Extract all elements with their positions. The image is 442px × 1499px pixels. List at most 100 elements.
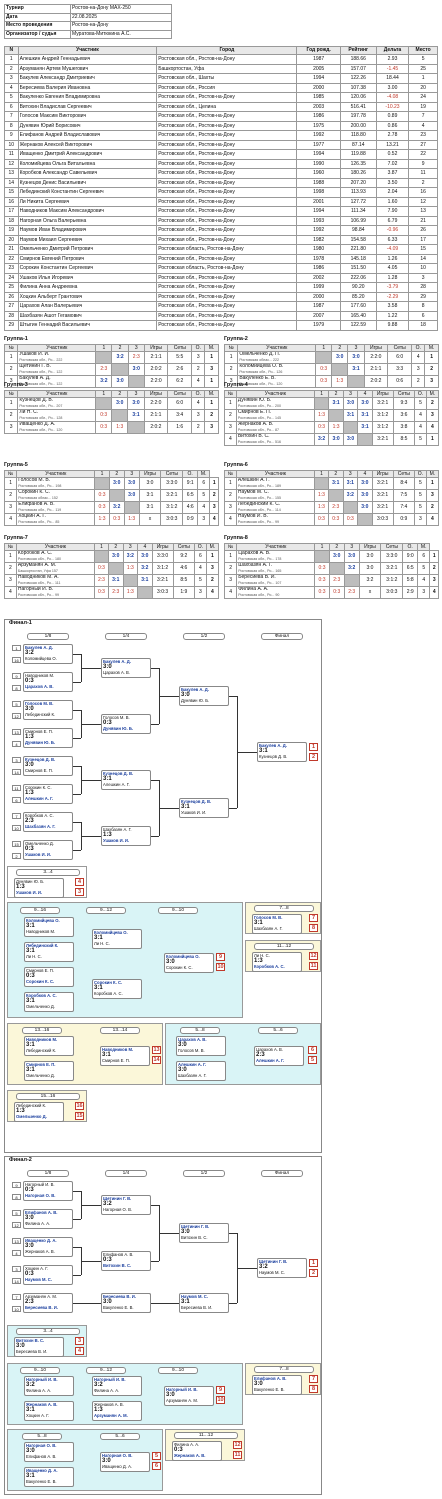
match-player-2: Филина А. А.	[26, 1388, 52, 1393]
group-cell-score: 3:0	[347, 351, 365, 365]
group-cell-score: 3:2	[111, 351, 129, 365]
bracket-line	[81, 724, 101, 725]
table-cell: Кузнецов Денис Васильевич	[17, 177, 158, 188]
match-player-2: Омельченко Д.	[16, 1114, 47, 1119]
group-cell-num: 1	[3, 477, 18, 491]
group-cell-stat: 5	[414, 501, 427, 515]
table-cell: 98.84	[339, 225, 377, 236]
table-cell: Ростовская обл., Ростов-на-Дону	[156, 310, 298, 321]
group-player-region: Ростовская обл., Ро... 126	[239, 369, 283, 374]
table-cell: 11	[408, 168, 438, 179]
table-cell: 1	[408, 73, 438, 84]
group-grid: № Участник 1 2 3 Игры Сеты О. М. 1 Голосов М. В. Ро…	[3, 469, 219, 527]
group-cell-score: 0:3	[328, 586, 345, 600]
group-cell-stat: 3:2:1	[151, 574, 174, 588]
group-player-region: Ростовская обл., Ро... 516	[237, 439, 281, 444]
table-cell: 2007	[296, 310, 341, 321]
table-cell: 7	[4, 111, 19, 122]
group-cell-stat: 4	[194, 562, 207, 576]
seed-number: 11	[12, 785, 21, 791]
bracket-line	[151, 1303, 159, 1304]
place-badge: 12	[233, 1441, 242, 1449]
group-title: Группа-8	[224, 535, 248, 541]
placement-match: Сорокин К. С. 3:1 Коробков А. С.	[92, 979, 142, 999]
table-cell: 87.14	[339, 139, 377, 150]
group-cell-player: Сорокин К. С. Ростовская облас... 152	[16, 489, 96, 503]
group-column-header: О.	[182, 469, 198, 479]
table-row: 23 Сорокин Константин Сергеевич Ростовская…	[4, 263, 438, 274]
group-row: 3 Елифанов А. В. Ростовская обл., Ро... 11…	[3, 501, 219, 515]
group-column-header: Участник	[235, 389, 315, 399]
bracket-line	[151, 1205, 159, 1206]
placement-match: Лебединский К. 3:1 Ли Н. С.	[24, 942, 74, 962]
table-cell: Ростовская обл., Ростов-на-Дону	[156, 196, 298, 207]
match-player-2: Наумов М. С.	[25, 1277, 52, 1282]
tournament-info: Турнир Ростов-на-Дону MAX-250 Дата 22.08.20…	[4, 4, 172, 39]
group-player-region: Ростовская обл., Ро... 128	[19, 415, 63, 420]
match-player-2: Вакуленко Е. В.	[103, 1305, 134, 1310]
group-cell-num: 3	[4, 574, 17, 588]
group-cell-score: 0:3	[313, 513, 330, 527]
table-cell: 25	[4, 282, 19, 293]
final-1-title: Финал-1	[9, 620, 32, 626]
group-cell-num: 1	[224, 397, 237, 411]
table-cell: 3.87	[375, 168, 410, 179]
round-header: 7...8	[254, 905, 314, 912]
bracket-line	[73, 794, 81, 795]
group-cell-score: 0:3	[328, 513, 344, 527]
group-column-header: 4	[357, 389, 373, 399]
place-badge: 3	[75, 1337, 84, 1345]
table-cell: 29	[408, 291, 438, 302]
round-header: 9...10	[158, 1367, 198, 1374]
table-cell: Омельченко Дмитрий Петрович	[17, 244, 158, 255]
group-cell-stat: 3:1	[138, 501, 162, 515]
final-match: Бакулев А. Д. 3:1 Кузнецов Д. В.	[257, 742, 307, 762]
table-cell: Ростовская область, Ростов-на-Дону	[156, 263, 298, 274]
table-cell: 122.26	[339, 73, 377, 84]
table-cell: Витохин Владислав Сергеевич	[17, 101, 158, 112]
table-cell: Ростовская обл., Ростов-на-Дону	[156, 177, 298, 188]
group-row: 2 Шахбазян А. Г. Ростовская обл., Ро... 16…	[223, 562, 439, 576]
table-cell: 151.50	[339, 263, 377, 274]
group-cell-score: 0:3	[108, 513, 125, 527]
placement-match: Коломийцева О. 3:1 Наводников М.	[24, 917, 74, 937]
group-cell-score: 3:0	[357, 489, 373, 503]
round-2-match: Кузнецов Д. В. 3:1 Алешкин А. Г.	[101, 770, 151, 790]
group-table: Группа-1 № Участник 1 2 3 Игры Сеты О. М. 1 Ушаков …	[3, 336, 219, 389]
group-cell-score: 3:1	[342, 409, 359, 423]
group-cell-score: 3:0	[328, 433, 344, 447]
group-cell-score: 3:0	[342, 397, 359, 411]
table-cell: 7	[408, 111, 438, 122]
group-cell-num: 1	[223, 351, 239, 365]
table-cell: 15	[4, 187, 19, 198]
group-cell-num: 1	[3, 397, 19, 411]
bracket-panel: 5...8 5...6 Нагорная О. В. 3:0 Елифанов А. В…	[7, 1429, 163, 1491]
info-value: Ростов-на-Дону MAX-250	[70, 4, 172, 14]
info-row: Место проведения Ростов-на-Дону	[4, 21, 172, 31]
group-column-header: 2	[328, 542, 345, 552]
round-header: 1/4	[105, 633, 147, 640]
seed-number: 9	[12, 673, 21, 679]
group-cell-score	[343, 574, 360, 588]
group-player-region: Ростовская обл., Ро... 114	[237, 507, 281, 512]
table-cell: 1985	[296, 92, 341, 103]
group-column-header: 4	[137, 542, 153, 552]
group-title: Группа-7	[4, 535, 28, 541]
table-cell: 1986	[296, 263, 341, 274]
table-cell: 2.78	[375, 130, 410, 141]
group-player-region: Ростовская обл., Ро... 87	[237, 427, 279, 432]
bracket-panel: 11...12 Ли Н. С. 1:3 Коробков А. С. 12 11	[245, 940, 321, 972]
table-cell: 21	[4, 244, 19, 255]
group-column-header: Игры	[138, 469, 162, 479]
match-player-2: Ушаков И. И.	[181, 810, 207, 815]
bracket-line	[151, 724, 159, 725]
place-badge: 4	[75, 1347, 84, 1355]
match-player-2: Ушаков И. И.	[16, 890, 43, 895]
group-cell-score	[357, 513, 373, 527]
group-cell-num: 3	[3, 501, 18, 515]
group-row: 1 Царахов А. В. Ростовская обл., Ро... 178…	[223, 550, 439, 564]
group-cell-stat: 5	[414, 477, 427, 491]
group-cell-player: Жернаков А. В. Ростовская обл., Ро... 87	[235, 421, 315, 435]
group-cell-stat: 4	[191, 397, 206, 411]
group-cell-stat: 3:2:1	[371, 397, 394, 411]
